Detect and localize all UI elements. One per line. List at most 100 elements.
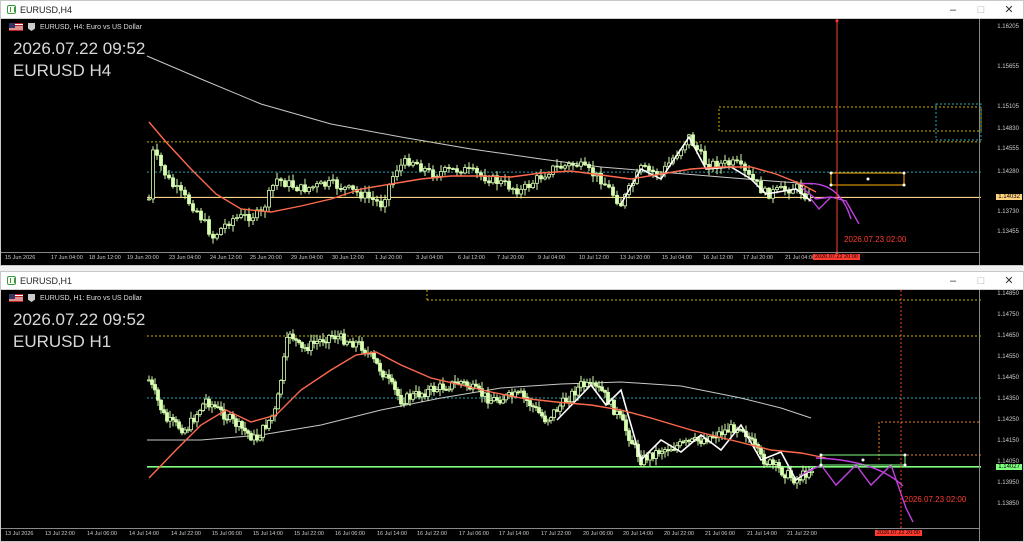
time-axis[interactable]: 13 Jul 2026 13 Jul 22:00 14 Jul 06:00 14 Ju… <box>1 528 980 541</box>
candle-body <box>147 379 151 382</box>
candle-body <box>318 339 322 342</box>
symbol-info-text: EURUSD, H1: Euro vs US Dollar <box>40 294 142 302</box>
chart-window-h1[interactable]: EURUSD,H1 – □ ✕ EURUSD, H1: Euro vs US D… <box>0 271 1024 542</box>
chart-area[interactable]: EURUSD, H4: Euro vs US Dollar 2026.07.22… <box>1 19 1023 265</box>
candle-body <box>657 450 661 455</box>
candle-body <box>439 171 443 177</box>
candle-body <box>426 388 430 398</box>
close-button[interactable]: ✕ <box>995 272 1023 289</box>
candle-body <box>750 437 754 440</box>
candle-body <box>282 356 286 381</box>
candle-body <box>543 176 547 180</box>
candle-body <box>187 194 191 205</box>
candle-body <box>486 392 490 404</box>
candle-body <box>225 418 229 421</box>
candle-body <box>587 164 591 169</box>
time-label: 6 Jul 12:00 <box>458 255 485 261</box>
minimize-button[interactable]: – <box>939 272 967 289</box>
candle-body <box>258 436 262 441</box>
candle-body <box>515 188 519 195</box>
candle-body <box>415 161 419 165</box>
candle-body <box>231 218 235 226</box>
chart-window-h4[interactable]: EURUSD,H4 – □ ✕ EURUSD, H4: Euro vs US D… <box>0 0 1024 266</box>
candle-body <box>239 214 243 218</box>
candle-body <box>303 346 307 349</box>
candle-body <box>357 341 361 344</box>
target-marker <box>903 453 907 457</box>
candle-body <box>594 382 598 387</box>
candle-body <box>447 388 451 391</box>
price-chart[interactable] <box>1 290 1024 542</box>
candle-body <box>177 421 181 429</box>
candle-body <box>311 186 315 189</box>
candle-body <box>463 167 467 174</box>
candle-body <box>660 451 664 455</box>
candle-body <box>603 183 607 186</box>
time-label: 15 Jul 06:00 <box>212 531 242 537</box>
candle-body <box>552 409 556 418</box>
overlay-symbol: EURUSD H1 <box>13 332 112 351</box>
candle-body <box>294 338 298 341</box>
close-button[interactable]: ✕ <box>995 1 1023 18</box>
candle-body <box>786 470 790 479</box>
zigzag-line <box>556 383 814 482</box>
price-chart[interactable] <box>1 19 1024 266</box>
candle-body <box>249 432 253 441</box>
time-label: 24 Jun 12:00 <box>210 255 242 261</box>
candle-body <box>575 164 579 167</box>
price-label: 1.14550 <box>997 354 1019 360</box>
price-axis[interactable]: 1.16205 1.15655 1.15105 1.14830 1.14555 1.142… <box>979 19 1023 265</box>
target-marker <box>819 463 823 467</box>
vline-label: 2026.07.23 02:00 <box>844 235 907 244</box>
candle-body <box>375 358 379 364</box>
candle-body <box>777 462 781 469</box>
maximize-button[interactable]: □ <box>967 1 995 18</box>
price-axis[interactable]: 1.14850 1.14750 1.14650 1.14550 1.14450 1.143… <box>979 290 1023 541</box>
candle-body <box>643 165 647 167</box>
candle-body <box>702 438 706 444</box>
candle-body <box>798 478 802 481</box>
price-label: 1.14830 <box>997 126 1019 132</box>
candle-body <box>571 163 575 166</box>
time-label: 29 Jun 04:00 <box>291 255 323 261</box>
candle-body <box>723 160 727 164</box>
candle-body <box>327 335 331 343</box>
candle-body <box>672 448 676 451</box>
candle-body <box>211 233 215 239</box>
candle-body <box>739 160 743 165</box>
zone-box <box>935 103 982 141</box>
candle-body <box>203 219 207 222</box>
candle-body <box>207 398 211 408</box>
price-label: 1.13950 <box>997 480 1019 486</box>
chart-area[interactable]: EURUSD, H1: Euro vs US Dollar 2026.07.22… <box>1 290 1023 541</box>
candle-body <box>615 194 619 204</box>
candle-body <box>731 159 735 166</box>
candle-body <box>582 381 586 388</box>
time-label: 16 Jul 14:00 <box>377 531 407 537</box>
time-label: 17 Jul 22:00 <box>541 531 571 537</box>
maximize-button[interactable]: □ <box>967 272 995 289</box>
candle-body <box>765 463 769 466</box>
shield-icon <box>28 294 35 302</box>
candle-body <box>495 397 499 401</box>
candle-body <box>167 174 171 179</box>
time-label: 13 Jul 22:00 <box>45 531 75 537</box>
candle-body <box>528 400 532 407</box>
candle-body <box>199 210 203 221</box>
window-titlebar[interactable]: EURUSD,H4 – □ ✕ <box>1 1 1023 19</box>
candle-body <box>612 399 616 415</box>
chart-icon <box>7 276 16 285</box>
candle-body <box>522 390 526 398</box>
minimize-button[interactable]: – <box>939 1 967 18</box>
time-axis[interactable]: 15 Jun 2026 17 Jun 04:00 18 Jun 12:00 19 Ju… <box>1 252 980 265</box>
candle-body <box>414 391 418 395</box>
candle-body <box>246 430 250 434</box>
candle-body <box>630 440 634 445</box>
window-titlebar[interactable]: EURUSD,H1 – □ ✕ <box>1 272 1023 290</box>
time-label: 15 Jul 14:00 <box>253 531 283 537</box>
shield-icon <box>28 23 35 31</box>
candle-body <box>306 346 310 351</box>
candle-body <box>783 474 787 479</box>
candle-body <box>186 429 190 432</box>
candle-body <box>429 385 433 390</box>
